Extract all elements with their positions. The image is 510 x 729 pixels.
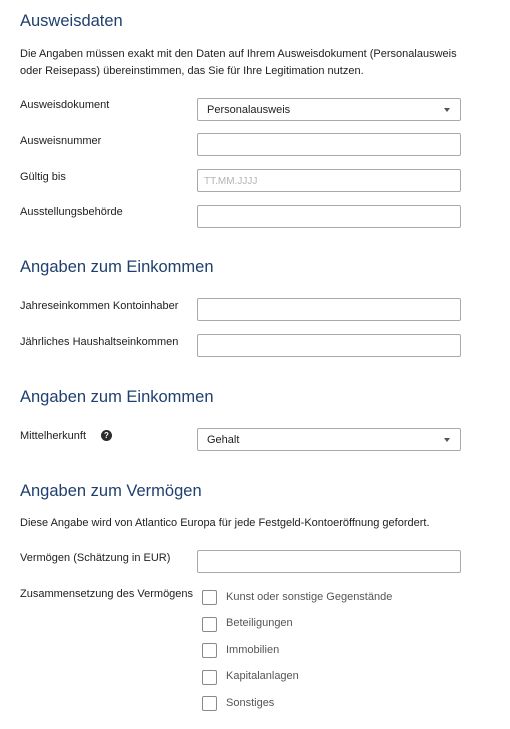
gueltig-bis-input[interactable]: TT.MM.JJJJ: [197, 169, 461, 192]
vermoegen-intro: Diese Angabe wird von Atlantico Europa f…: [20, 517, 430, 529]
section-title-ausweisdaten: Ausweisdaten: [20, 12, 123, 30]
jahreseinkommen-label: Jahreseinkommen Kontoinhaber: [20, 300, 179, 312]
checkbox-label-beteiligungen: Beteiligungen: [226, 617, 293, 629]
gueltig-bis-label: Gültig bis: [20, 171, 66, 183]
jahreseinkommen-input[interactable]: [197, 298, 461, 321]
section-title-vermoegen: Angaben zum Vermögen: [20, 482, 202, 500]
checkbox-label-sonstiges: Sonstiges: [226, 697, 275, 709]
mittelherkunft-value: Gehalt: [207, 434, 240, 446]
gueltig-bis-placeholder: TT.MM.JJJJ: [204, 176, 258, 187]
ausstellungsbehoerde-label: Ausstellungsbehörde: [20, 206, 123, 218]
ausweisdokument-select[interactable]: Personalausweis: [197, 98, 461, 121]
haushaltseinkommen-label: Jährliches Haushaltseinkommen: [20, 336, 179, 348]
section-title-einkommen-2: Angaben zum Einkommen: [20, 388, 214, 406]
mittelherkunft-label: Mittelherkunft: [20, 430, 87, 442]
intro-text-line1: Die Angaben müssen exakt mit den Daten a…: [20, 48, 457, 60]
ausweisdokument-value: Personalausweis: [207, 104, 291, 116]
section-title-einkommen: Angaben zum Einkommen: [20, 258, 214, 276]
checkbox-sonstiges[interactable]: [202, 696, 217, 711]
ausweisnummer-label: Ausweisnummer: [20, 135, 102, 147]
checkbox-immobilien[interactable]: [202, 643, 217, 658]
checkbox-label-immobilien: Immobilien: [226, 644, 280, 656]
zusammensetzung-label: Zusammensetzung des Vermögens: [20, 588, 194, 600]
chevron-down-icon: [444, 108, 450, 112]
checkbox-kunst[interactable]: [202, 590, 217, 605]
checkbox-label-kunst: Kunst oder sonstige Gegenstände: [226, 591, 393, 603]
ausweisnummer-input[interactable]: [197, 133, 461, 156]
help-icon[interactable]: ?: [101, 430, 112, 441]
haushaltseinkommen-input[interactable]: [197, 334, 461, 357]
vermoegen-label: Vermögen (Schätzung in EUR): [20, 552, 171, 564]
mittelherkunft-select[interactable]: Gehalt: [197, 428, 461, 451]
checkbox-beteiligungen[interactable]: [202, 617, 217, 632]
ausstellungsbehoerde-input[interactable]: [197, 205, 461, 228]
checkbox-kapitalanlagen[interactable]: [202, 670, 217, 685]
chevron-down-icon: [444, 438, 450, 442]
vermoegen-input[interactable]: [197, 550, 461, 573]
ausweisdokument-label: Ausweisdokument: [20, 99, 110, 111]
intro-text-line2: oder Reisepass) übereinstimmen, das Sie …: [20, 65, 364, 77]
checkbox-label-kapitalanlagen: Kapitalanlagen: [226, 670, 299, 682]
